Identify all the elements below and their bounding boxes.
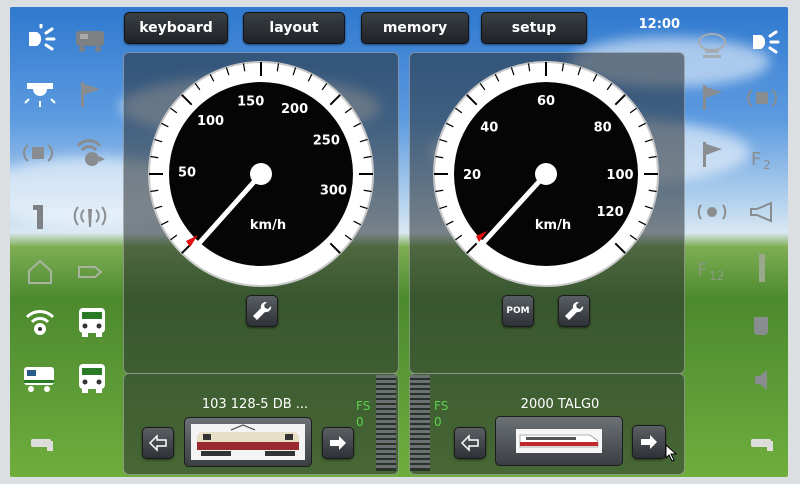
loco-side-icon[interactable]	[22, 361, 58, 395]
right-speed-step-bar	[410, 375, 430, 471]
gauge-tick-label: 250	[313, 133, 340, 148]
throttle-screen: keyboard layout memory setup 12:00 F 2 F…	[10, 7, 788, 477]
electric-loco-image	[191, 424, 305, 460]
svg-text:F: F	[751, 149, 761, 170]
whistle-icon[interactable]	[744, 425, 780, 459]
speech-bubble-icon[interactable]	[694, 29, 730, 63]
right-loco-select-button[interactable]	[495, 416, 623, 466]
horn-sound-icon[interactable]	[20, 135, 56, 169]
setup-button[interactable]: setup	[481, 12, 587, 44]
setup-label: setup	[511, 20, 557, 36]
speaker-icon[interactable]	[744, 363, 780, 397]
arrow-right-icon	[330, 436, 346, 450]
memory-label: memory	[382, 20, 448, 36]
info-icon[interactable]	[22, 199, 58, 233]
svg-text:2: 2	[763, 158, 771, 172]
gauge-tick-label: 200	[281, 102, 308, 117]
right-next-loco-button[interactable]	[632, 425, 666, 459]
horn-sound-icon[interactable]	[744, 80, 780, 114]
left-speed-step-bar	[376, 375, 396, 471]
left-prev-loco-button[interactable]	[142, 427, 174, 459]
right-needle-hub	[535, 163, 557, 185]
svg-text:12: 12	[709, 269, 724, 283]
horn-icon[interactable]	[744, 195, 780, 229]
gauge-tick-label: 60	[537, 94, 555, 109]
right-loco-name: 2000 TALG0	[520, 397, 600, 412]
flag-icon[interactable]	[694, 80, 730, 114]
wrench-icon	[565, 301, 584, 320]
fan-icon[interactable]	[72, 135, 108, 169]
left-fs-label: FS	[356, 399, 371, 413]
loco-icon[interactable]	[72, 22, 108, 56]
gauge-tick-label: 50	[178, 165, 196, 180]
train-front-icon[interactable]	[74, 361, 110, 395]
gauge-tick-label: 20	[463, 168, 481, 183]
f2-icon[interactable]: F2	[744, 141, 780, 175]
svg-text:F: F	[697, 260, 707, 281]
layout-button[interactable]: layout	[243, 12, 345, 44]
cup-icon[interactable]	[744, 307, 780, 341]
clock: 12:00	[638, 17, 680, 32]
light-icon[interactable]	[22, 22, 58, 56]
keyboard-button[interactable]: keyboard	[124, 12, 228, 44]
arrow-left-icon	[148, 434, 167, 452]
gauge-tick-label: 300	[320, 183, 347, 198]
talgo-train-image	[516, 429, 602, 453]
right-prev-loco-button[interactable]	[454, 427, 486, 459]
fan-icon[interactable]	[694, 195, 730, 229]
gauge-tick-label: 120	[597, 205, 624, 220]
right-settings-button[interactable]	[558, 295, 590, 327]
left-loco-select-button[interactable]	[184, 417, 312, 467]
left-loco-name: 103 128-5 DB ...	[201, 397, 309, 412]
layout-label: layout	[269, 20, 319, 36]
mouse-cursor-icon	[665, 444, 678, 462]
left-settings-button[interactable]	[246, 295, 278, 327]
left-fs-value: 0	[356, 415, 364, 429]
arrow-right-icon	[641, 435, 657, 449]
keyboard-label: keyboard	[139, 20, 213, 36]
gauge-tick-label: 100	[606, 168, 633, 183]
flag-icon[interactable]	[72, 77, 108, 111]
right-fs-value: 0	[434, 415, 442, 429]
memory-button[interactable]: memory	[361, 12, 469, 44]
gauge-tick-label: 80	[594, 120, 612, 135]
antenna-icon[interactable]	[72, 199, 108, 233]
whistle-icon[interactable]	[22, 425, 58, 459]
left-speedometer[interactable]: 50 100 150 200 250 300 km/h	[146, 59, 376, 289]
pom-button[interactable]: POM	[502, 295, 534, 327]
left-speed-unit: km/h	[250, 218, 286, 233]
arrow-icon[interactable]	[72, 255, 108, 289]
left-next-loco-button[interactable]	[322, 427, 354, 459]
right-speed-unit: km/h	[535, 218, 571, 233]
bar-icon[interactable]	[744, 251, 780, 285]
left-needle-hub	[250, 163, 272, 185]
wifi-sound-icon[interactable]	[22, 305, 58, 339]
light-icon[interactable]	[746, 25, 782, 59]
right-speedometer[interactable]: 20 40 60 80 100 120 km/h	[431, 59, 661, 289]
arrow-left-icon	[460, 434, 479, 452]
house-icon[interactable]	[22, 255, 58, 289]
wrench-icon	[253, 301, 272, 320]
flag-icon[interactable]	[694, 137, 730, 171]
ceiling-light-icon[interactable]	[22, 77, 58, 111]
gauge-tick-label: 150	[237, 95, 264, 110]
f12-icon[interactable]: F 12	[694, 251, 730, 285]
gauge-tick-label: 100	[197, 114, 224, 129]
right-fs-label: FS	[434, 399, 449, 413]
gauge-tick-label: 40	[480, 120, 498, 135]
train-front-icon[interactable]	[74, 305, 110, 339]
pom-label: POM	[506, 306, 530, 316]
